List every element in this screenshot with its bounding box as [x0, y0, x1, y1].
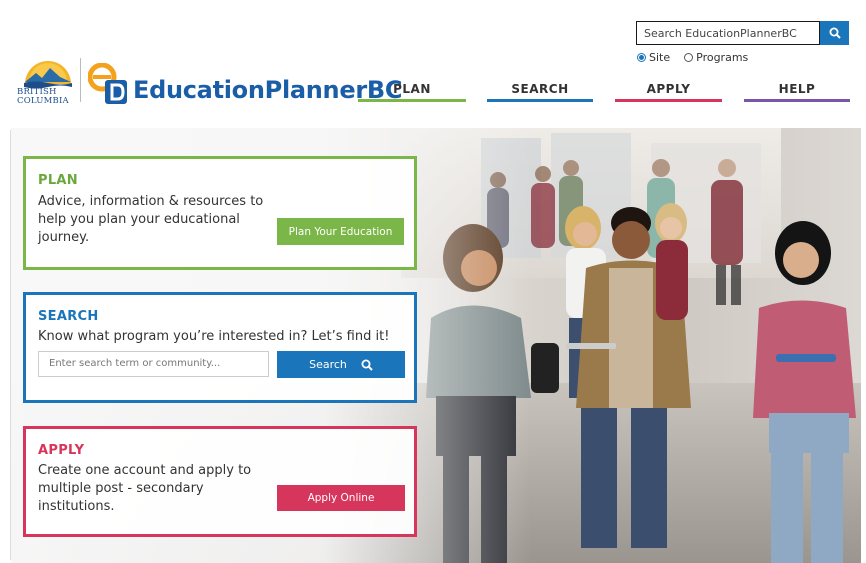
- plan-card-title: PLAN: [38, 173, 78, 188]
- site-search-button[interactable]: [820, 21, 849, 45]
- nav-apply-label: APPLY: [646, 82, 691, 96]
- plan-card-description: Advice, information & resources to help …: [38, 194, 264, 245]
- nav-help-label: HELP: [778, 82, 816, 96]
- nav-apply[interactable]: APPLY: [615, 82, 722, 102]
- search-card-description: Know what program you’re interested in? …: [38, 329, 390, 344]
- nav-search[interactable]: SEARCH: [487, 82, 593, 102]
- bc-logo-line2: COLUMBIA: [17, 96, 69, 106]
- plan-your-education-button[interactable]: Plan Your Education: [277, 218, 404, 245]
- search-scope-radios: Site Programs: [637, 51, 748, 64]
- search-icon: [829, 27, 841, 39]
- program-search-input[interactable]: Enter search term or community...: [38, 351, 269, 377]
- apply-online-button[interactable]: Apply Online: [277, 485, 405, 511]
- search-icon: [361, 359, 373, 371]
- radio-site[interactable]: Site: [637, 51, 670, 64]
- search-card-title: SEARCH: [38, 309, 99, 324]
- site-search-input[interactable]: Search EducationPlannerBC: [636, 21, 820, 45]
- apply-card-description: Create one account and apply to multiple…: [38, 463, 252, 514]
- program-search-button-label: Search: [309, 358, 347, 371]
- search-card: SEARCH Know what program you’re interest…: [23, 292, 417, 403]
- logo-divider: [80, 58, 81, 102]
- nav-help[interactable]: HELP: [744, 82, 850, 102]
- page: Search EducationPlannerBC Site Programs …: [0, 0, 866, 563]
- plan-card: PLAN Advice, information & resources to …: [23, 156, 417, 270]
- nav-plan[interactable]: PLAN: [358, 82, 466, 102]
- bc-logo-text: BRITISH COLUMBIA: [17, 88, 69, 106]
- educationplanner-logo-mark[interactable]: [88, 63, 132, 107]
- radio-programs[interactable]: Programs: [684, 51, 748, 64]
- radio-programs-label: Programs: [696, 51, 749, 64]
- radio-selected-icon: [637, 53, 646, 62]
- apply-card-title: APPLY: [38, 443, 85, 458]
- nav-help-underline: [744, 99, 850, 102]
- nav-plan-label: PLAN: [393, 82, 431, 96]
- radio-unselected-icon: [684, 53, 694, 62]
- nav-search-label: SEARCH: [511, 82, 569, 96]
- program-search-button[interactable]: Search: [277, 351, 405, 378]
- nav-search-underline: [487, 99, 593, 102]
- radio-site-label: Site: [649, 51, 671, 64]
- nav-apply-underline: [615, 99, 722, 102]
- apply-card: APPLY Create one account and apply to mu…: [23, 426, 417, 537]
- nav-plan-underline: [358, 99, 466, 102]
